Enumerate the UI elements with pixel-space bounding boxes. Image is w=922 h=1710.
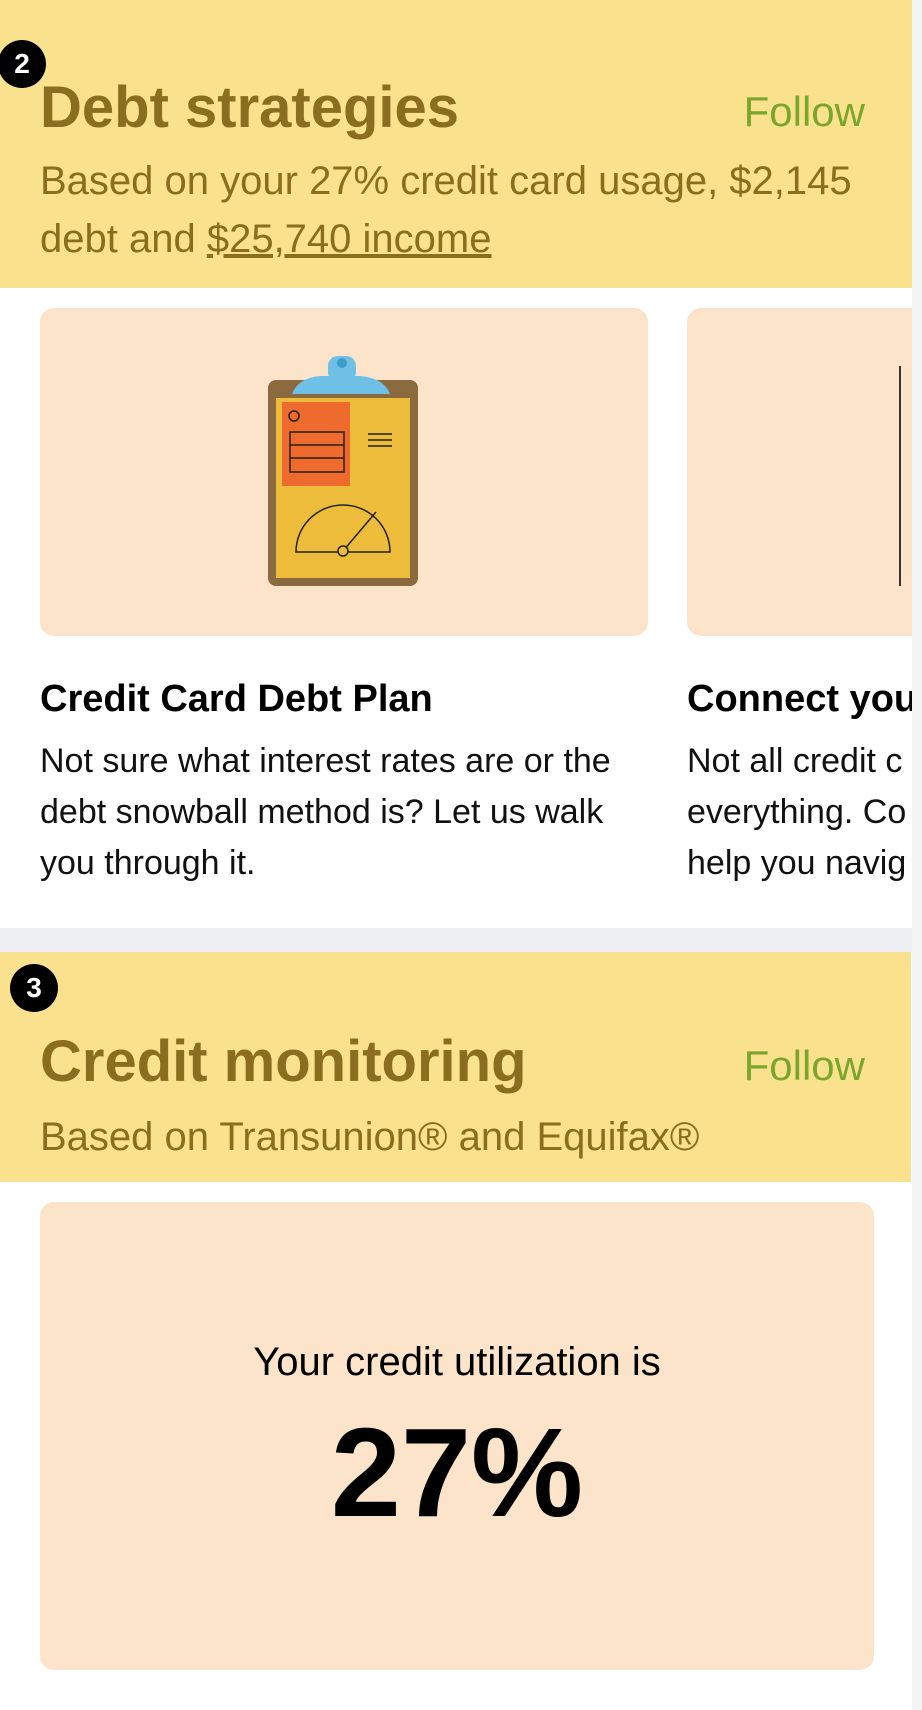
section-divider — [0, 928, 913, 952]
clipboard-icon — [268, 356, 418, 586]
section-subtitle: Based on your 27% credit card usage, $2,… — [40, 152, 880, 268]
section-title: Credit monitoring — [40, 1029, 527, 1094]
debt-strategies-header: 2 Debt strategies Follow Based on your 2… — [0, 0, 913, 288]
follow-button[interactable]: Follow — [744, 1042, 865, 1090]
credit-monitoring-header: 3 Credit monitoring Follow Based on Tran… — [0, 952, 911, 1182]
card-title[interactable]: Connect you — [687, 678, 913, 721]
section-subtitle: Based on Transunion® and Equifax® — [40, 1115, 700, 1159]
card-title[interactable]: Credit Card Debt Plan — [40, 678, 433, 721]
scrollbar-track[interactable] — [912, 0, 922, 1710]
illustration-edge — [899, 366, 901, 586]
income-link[interactable]: $25,740 income — [207, 217, 492, 261]
card-description: Not sure what interest rates are or the … — [40, 742, 611, 882]
section-number-badge: 3 — [10, 964, 58, 1012]
card-description: Not all credit c everything. Co help you… — [687, 742, 907, 882]
utilization-value: 27% — [330, 1402, 584, 1543]
card-image-debt-plan[interactable] — [40, 308, 648, 636]
follow-button[interactable]: Follow — [744, 88, 865, 136]
utilization-label: Your credit utilization is — [253, 1340, 661, 1384]
section-title: Debt strategies — [40, 75, 460, 140]
card-image-connect[interactable] — [687, 308, 922, 636]
card-text-clip: Connect you Not all credit c everything.… — [687, 678, 913, 888]
